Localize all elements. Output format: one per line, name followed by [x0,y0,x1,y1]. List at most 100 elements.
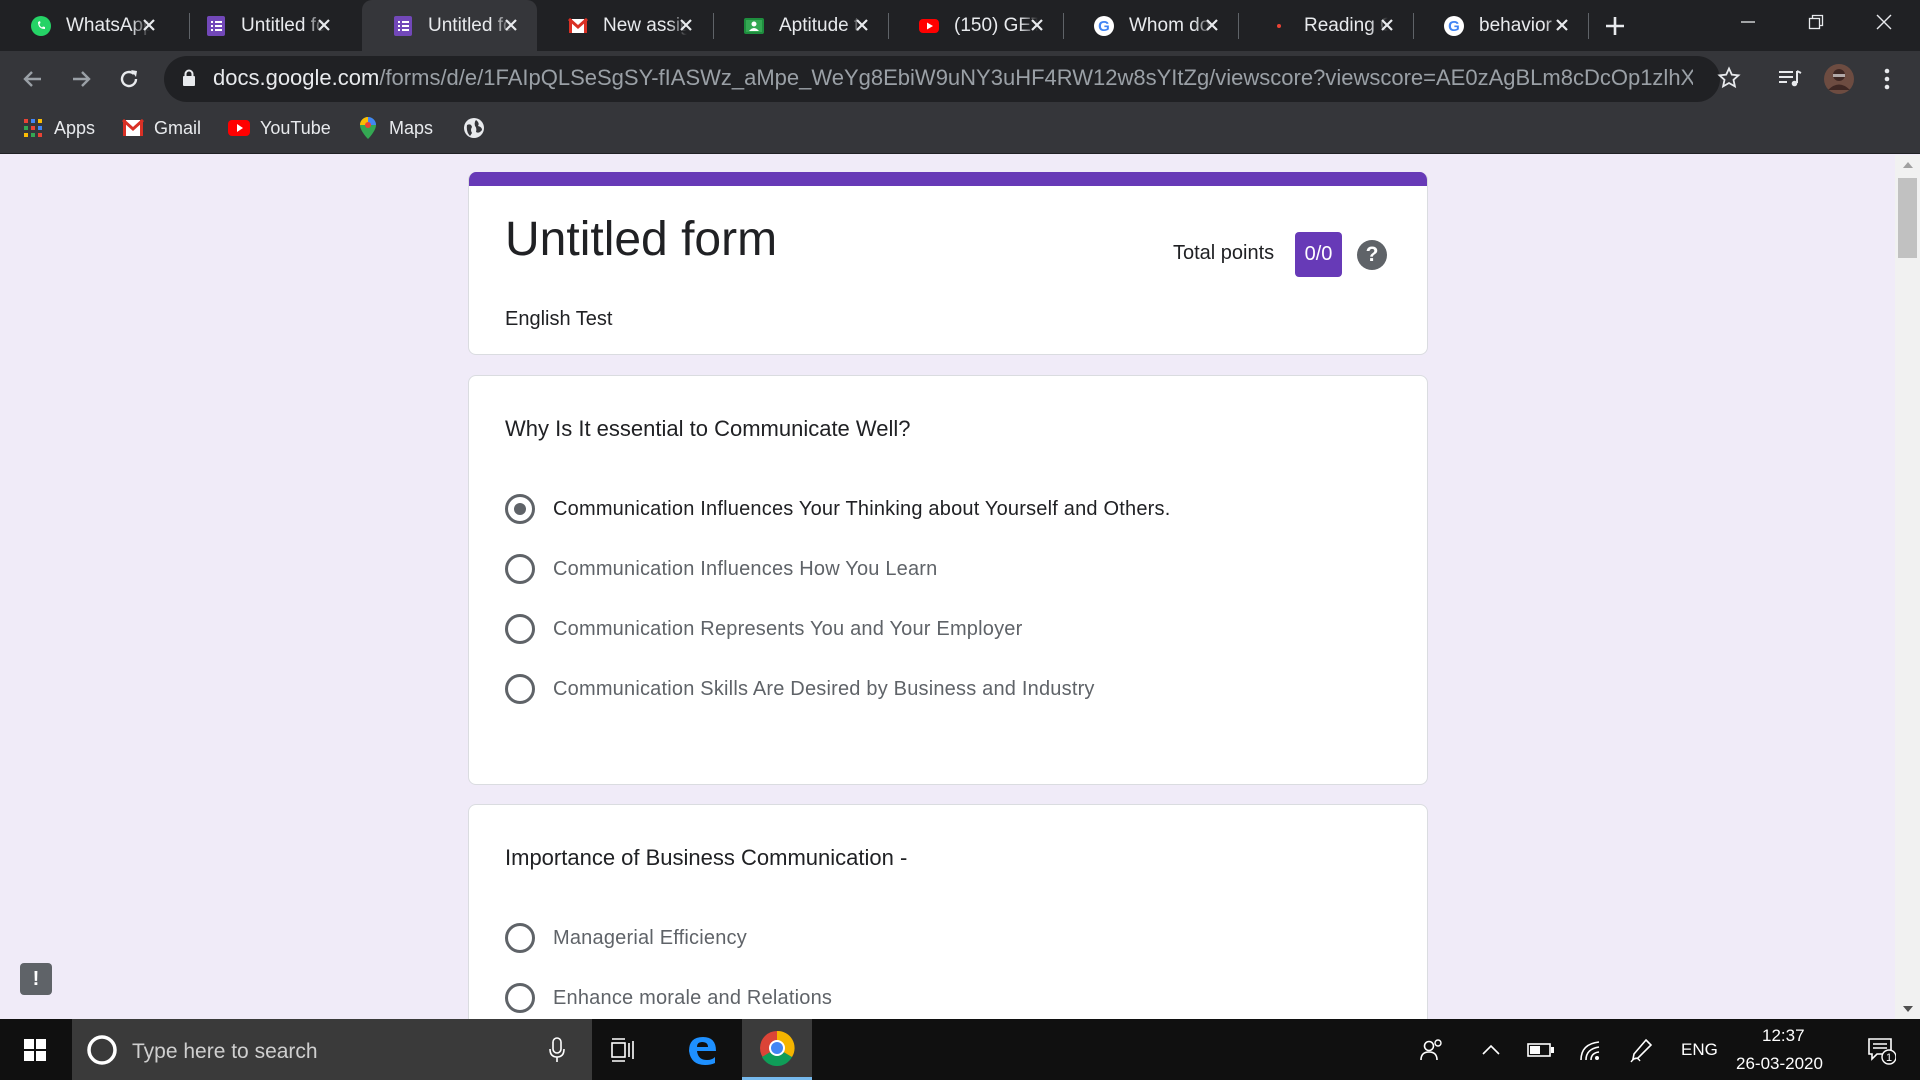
battery-icon[interactable] [1524,1019,1558,1080]
minimize-button[interactable] [1716,0,1780,44]
radio-option[interactable]: Communication Influences Your Thinking a… [505,493,1170,525]
radio-option[interactable]: Communication Represents You and Your Em… [505,613,1022,645]
edge-browser-icon[interactable] [680,1019,724,1080]
people-icon[interactable] [1414,1019,1450,1080]
profile-avatar[interactable] [1822,62,1856,96]
radio-button[interactable] [505,554,535,584]
help-icon[interactable]: ? [1357,240,1387,270]
page-scrollbar[interactable] [1895,155,1920,1019]
youtube-icon [228,117,250,139]
task-view-icon[interactable] [604,1019,644,1080]
option-label: Communication Skills Are Desired by Busi… [553,677,1095,700]
pen-ink-icon[interactable] [1624,1019,1658,1080]
form-accent-bar [469,172,1427,186]
close-icon[interactable] [1375,13,1399,37]
chrome-taskbar-icon[interactable] [742,1019,812,1080]
question-title: Why Is It essential to Communicate Well? [505,416,911,441]
bookmark-label: YouTube [260,117,331,138]
cortana-icon[interactable] [82,1019,122,1080]
form-header-card: Untitled form English Test Total points … [468,172,1428,355]
clock-time[interactable]: 12:37 [1762,1026,1805,1046]
red-dot-icon [1268,15,1290,37]
tab-youtube[interactable]: (150) GET [888,0,1063,51]
tab-google-search-1[interactable]: G Whom do [1063,0,1238,51]
new-tab-button[interactable] [1601,12,1629,40]
option-label: Managerial Efficiency [553,926,747,949]
close-icon[interactable] [674,13,698,37]
tab-untitled-form-active[interactable]: Untitled form [362,0,537,51]
feedback-icon[interactable]: ! [20,963,52,995]
gmail-icon [122,117,144,139]
option-label: Communication Influences How You Learn [553,557,938,580]
bookmark-maps[interactable]: Maps [357,113,433,143]
close-window-button[interactable] [1852,0,1916,44]
taskbar-search-placeholder[interactable]: Type here to search [132,1040,318,1064]
radio-option[interactable]: Communication Influences How You Learn [505,553,938,585]
bookmark-globe[interactable] [463,113,495,143]
action-center-icon[interactable]: 1 [1856,1019,1906,1080]
tab-gmail[interactable]: New assignment [537,0,712,51]
clock-date[interactable]: 26-03-2020 [1736,1054,1823,1074]
windows-start-icon[interactable] [0,1019,70,1080]
close-icon[interactable] [1200,13,1224,37]
radio-button-selected[interactable] [505,494,535,524]
radio-button[interactable] [505,923,535,953]
maps-pin-icon [357,117,379,139]
url-host: docs.google.com [213,65,380,90]
bookmark-label: Maps [389,117,434,138]
google-icon: G [1093,15,1115,37]
scroll-up-arrow-icon[interactable] [1895,155,1920,175]
restore-button[interactable] [1784,0,1848,44]
bookmark-star-icon[interactable] [1714,63,1744,93]
scrollbar-thumb[interactable] [1898,178,1917,258]
language-indicator[interactable]: ENG [1681,1040,1718,1060]
apps-grid-icon [22,117,44,139]
radio-option[interactable]: Enhance morale and Relations [505,982,832,1014]
option-label: Enhance morale and Relations [553,986,833,1009]
lock-icon[interactable] [180,67,198,89]
tab-separator [1588,13,1589,39]
radio-button[interactable] [505,614,535,644]
question-card: Importance of Business Communication - M… [468,804,1428,1019]
youtube-icon [918,15,940,37]
option-label: Communication Influences Your Thinking a… [553,497,1171,520]
tab-untitled-form-1[interactable]: Untitled form [175,0,350,51]
tab-classroom[interactable]: Aptitude t [713,0,888,51]
tab-reading[interactable]: Reading C [1238,0,1413,51]
tab-google-search-2[interactable]: G behavior [1413,0,1588,51]
close-icon[interactable] [1025,13,1049,37]
microphone-icon[interactable] [540,1019,574,1080]
close-icon[interactable] [850,13,874,37]
bookmark-youtube[interactable]: YouTube [228,113,331,143]
google-classroom-icon [743,15,765,37]
close-icon[interactable] [137,13,161,37]
radio-option[interactable]: Managerial Efficiency [505,922,747,954]
radio-button[interactable] [505,983,535,1013]
close-icon[interactable] [499,13,523,37]
question-title: Importance of Business Communication - [505,845,908,870]
radio-option[interactable]: Communication Skills Are Desired by Busi… [505,673,1095,705]
url-text[interactable]: docs.google.com/forms/d/e/1FAIpQLSeSgSY-… [213,63,1693,93]
bookmark-label: Apps [54,117,96,138]
close-icon[interactable] [312,13,336,37]
google-icon: G [1443,15,1465,37]
media-control-icon[interactable] [1773,62,1807,96]
total-points-badge: 0/0 [1295,232,1342,277]
tab-whatsapp[interactable]: WhatsApp [0,0,175,51]
reload-button[interactable] [112,62,146,96]
close-icon[interactable] [1550,13,1574,37]
forward-button[interactable] [64,62,98,96]
back-button[interactable] [16,62,50,96]
wifi-icon[interactable] [1574,1019,1608,1080]
gmail-icon [567,15,589,37]
show-hidden-icons-chevron-icon[interactable] [1476,1019,1506,1080]
bookmark-gmail[interactable]: Gmail [122,113,201,143]
radio-button[interactable] [505,674,535,704]
notification-count: 1 [1886,1052,1892,1064]
whatsapp-icon [30,15,52,37]
bookmark-apps[interactable]: Apps [22,113,95,143]
browser-menu-icon[interactable] [1870,62,1904,96]
bookmark-label: Gmail [154,117,202,138]
scroll-down-arrow-icon[interactable] [1895,999,1920,1019]
option-label: Communication Represents You and Your Em… [553,617,1023,640]
